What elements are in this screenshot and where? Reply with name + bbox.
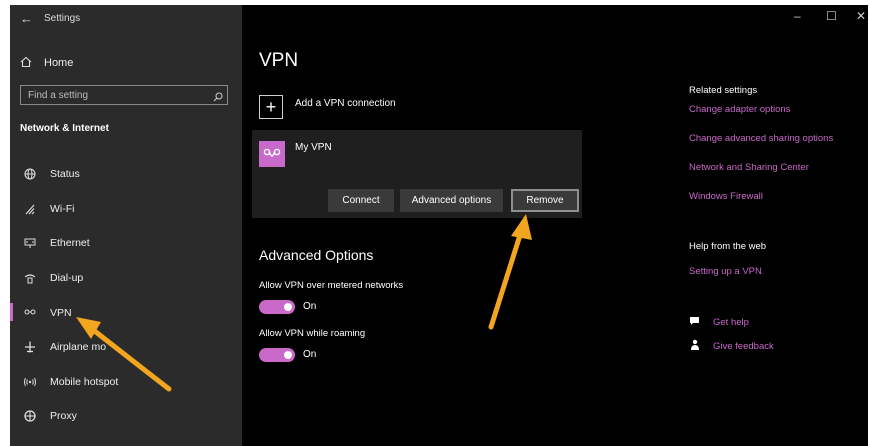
remove-button[interactable]: Remove: [511, 189, 579, 212]
sidebar-item-label: Airplane mo: [50, 341, 107, 354]
page-title: VPN: [259, 50, 299, 71]
wifi-icon: [20, 202, 40, 216]
home-nav-item[interactable]: Home: [20, 53, 73, 73]
sidebar-item-dial-up[interactable]: Dial-up: [10, 261, 242, 296]
ethernet-icon: [20, 236, 40, 250]
vpn-connection-icon: [259, 141, 285, 167]
proxy-icon: [20, 409, 40, 423]
help-heading: Help from the web: [689, 241, 767, 252]
sidebar-item-label: VPN: [50, 306, 72, 319]
toggle-knob: [284, 303, 292, 311]
metered-toggle[interactable]: [259, 300, 295, 314]
sidebar-item-label: Mobile hotspot: [50, 375, 119, 388]
home-label: Home: [44, 57, 74, 69]
globe-icon: [20, 167, 40, 181]
search-box[interactable]: [20, 85, 228, 105]
nav-list: Status Wi-Fi Ethernet Dial-up VPN Airpla…: [10, 157, 242, 434]
change-sharing-options-link[interactable]: Change advanced sharing options: [689, 133, 833, 144]
advanced-options-title: Advanced Options: [259, 247, 374, 263]
vpn-connection-card[interactable]: My VPN Connect Advanced options Remove: [252, 130, 582, 218]
feedback-person-icon: [689, 339, 703, 353]
vpn-icon: [20, 306, 40, 320]
sidebar-item-proxy[interactable]: Proxy: [10, 399, 242, 434]
settings-window: ← Settings Home Network & Internet Statu…: [10, 5, 868, 446]
home-icon: [20, 56, 38, 71]
roaming-option-label: Allow VPN while roaming: [259, 328, 366, 339]
search-icon[interactable]: [213, 89, 223, 102]
roaming-toggle[interactable]: [259, 348, 295, 362]
metered-toggle-state: On: [303, 301, 317, 312]
sidebar-item-label: Ethernet: [50, 237, 90, 250]
sidebar-item-label: Dial-up: [50, 272, 84, 285]
sidebar-item-vpn[interactable]: VPN: [10, 295, 242, 330]
vpn-name: My VPN: [295, 142, 332, 153]
back-arrow-icon[interactable]: ←: [20, 11, 33, 26]
add-vpn-connection[interactable]: + Add a VPN connection: [259, 95, 396, 119]
active-indicator: [10, 303, 13, 322]
change-adapter-options-link[interactable]: Change adapter options: [689, 104, 790, 115]
main-content: – ☐ ✕ VPN + Add a VPN connection My VPN …: [242, 5, 868, 446]
give-feedback-row[interactable]: Give feedback: [689, 339, 774, 353]
advanced-options-button[interactable]: Advanced options: [400, 189, 503, 212]
dialup-icon: [20, 271, 40, 285]
minimize-button[interactable]: –: [794, 9, 801, 23]
close-button[interactable]: ✕: [856, 9, 866, 23]
chat-bubble-icon: [689, 316, 703, 329]
connect-button[interactable]: Connect: [328, 189, 394, 212]
section-title: Network & Internet: [20, 123, 109, 134]
sidebar-item-label: Proxy: [50, 410, 77, 423]
sidebar-item-label: Wi-Fi: [50, 202, 75, 215]
windows-firewall-link[interactable]: Windows Firewall: [689, 191, 763, 202]
sidebar-item-label: Status: [50, 168, 80, 181]
sidebar: ← Settings Home Network & Internet Statu…: [10, 5, 242, 446]
title-bar: ← Settings: [10, 5, 242, 35]
setting-up-vpn-link[interactable]: Setting up a VPN: [689, 266, 762, 277]
sidebar-item-ethernet[interactable]: Ethernet: [10, 226, 242, 261]
toggle-knob: [284, 351, 292, 359]
search-input[interactable]: [21, 86, 208, 104]
get-help-link[interactable]: Get help: [713, 317, 749, 328]
app-title: Settings: [44, 13, 81, 24]
add-vpn-label: Add a VPN connection: [295, 98, 396, 109]
sidebar-item-mobile-hotspot[interactable]: Mobile hotspot: [10, 365, 242, 400]
sidebar-item-airplane-mode[interactable]: Airplane mo: [10, 330, 242, 365]
airplane-icon: [20, 340, 40, 354]
maximize-button[interactable]: ☐: [826, 9, 837, 23]
sidebar-item-wifi[interactable]: Wi-Fi: [10, 192, 242, 227]
plus-icon[interactable]: +: [259, 95, 283, 119]
hotspot-icon: [20, 375, 40, 389]
get-help-row[interactable]: Get help: [689, 316, 749, 329]
roaming-toggle-state: On: [303, 349, 317, 360]
metered-option-label: Allow VPN over metered networks: [259, 280, 404, 291]
give-feedback-link[interactable]: Give feedback: [713, 341, 774, 352]
related-settings-heading: Related settings: [689, 85, 758, 96]
sidebar-item-status[interactable]: Status: [10, 157, 242, 192]
network-sharing-center-link[interactable]: Network and Sharing Center: [689, 162, 809, 173]
